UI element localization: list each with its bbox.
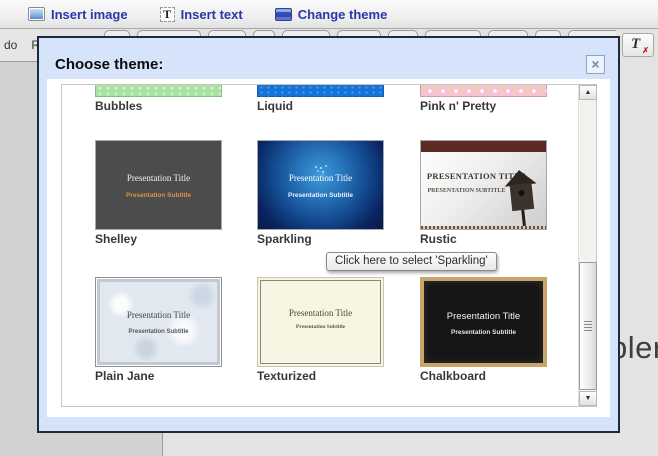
theme-thumbnail-plain-jane[interactable]: Presentation Title Presentation Subtitle xyxy=(95,277,222,367)
sparkle-dots-icon xyxy=(320,167,322,169)
slide-title-text: Presentation Title xyxy=(424,311,543,322)
theme-thumbnail-bubbles[interactable] xyxy=(95,85,222,97)
slide-subtitle-text: Presentation Subtitle xyxy=(258,192,383,199)
scrollbar-grip-icon xyxy=(584,321,592,331)
theme-item-rustic[interactable]: PRESENTATION TITLE PRESENTATION SUBTITLE… xyxy=(420,140,549,246)
slide-subtitle-text: Presentation Subtitle xyxy=(424,329,543,336)
tooltip: Click here to select 'Sparkling' xyxy=(326,252,497,271)
red-x-icon: ✗ xyxy=(642,46,649,55)
close-button[interactable]: × xyxy=(586,55,605,74)
undo-button-partial[interactable]: do xyxy=(0,38,21,52)
chevron-down-icon: ▼ xyxy=(585,395,592,402)
insert-text-icon: T xyxy=(160,7,175,22)
slide-subtitle-text: Presentation Subtitle xyxy=(96,192,221,199)
theme-thumbnail-pink-n-pretty[interactable] xyxy=(420,85,547,97)
insert-text-button[interactable]: T Insert text xyxy=(160,7,243,22)
birdhouse-icon xyxy=(501,168,543,227)
scroll-down-button[interactable]: ▼ xyxy=(579,391,597,406)
scrollbar-thumb[interactable] xyxy=(579,262,597,390)
slide-title-text: Presentation Title xyxy=(258,173,383,183)
theme-label: Rustic xyxy=(420,232,549,246)
theme-thumbnail-chalkboard[interactable]: Presentation Title Presentation Subtitle xyxy=(420,277,547,367)
secondary-toolbar-partial: do Re xyxy=(0,29,41,62)
change-theme-button[interactable]: Change theme xyxy=(275,7,388,22)
theme-label: Sparkling xyxy=(257,232,386,246)
insert-image-icon xyxy=(28,7,45,21)
birdhouse-body xyxy=(510,183,535,211)
clear-formatting-button[interactable]: T ✗ xyxy=(622,33,654,57)
theme-item-liquid[interactable]: Liquid xyxy=(257,85,386,113)
slide-title-text: Presentation Title xyxy=(96,173,221,183)
theme-thumbnail-rustic[interactable]: PRESENTATION TITLE PRESENTATION SUBTITLE xyxy=(420,140,547,230)
theme-thumbnail-shelley[interactable]: Presentation Title Presentation Subtitle xyxy=(95,140,222,230)
clear-formatting-icon: T xyxy=(631,36,640,53)
rustic-bottom-trim xyxy=(421,226,546,229)
change-theme-icon xyxy=(275,8,292,21)
slide-subtitle-text: Presentation Subtitle xyxy=(96,329,221,335)
insert-text-label: Insert text xyxy=(181,7,243,22)
theme-label: Chalkboard xyxy=(420,369,549,383)
theme-item-bubbles[interactable]: Bubbles xyxy=(95,85,224,113)
theme-thumbnail-texturized[interactable]: Presentation Title Presentation Subtitle xyxy=(257,277,384,367)
scroll-up-button[interactable]: ▲ xyxy=(579,85,597,100)
birdhouse-pole xyxy=(521,210,526,226)
choose-theme-dialog: Choose theme: × Bubbles Liquid Pink n' P… xyxy=(37,36,620,433)
theme-label: Texturized xyxy=(257,369,386,383)
dialog-content-panel: Bubbles Liquid Pink n' Pretty Presentati… xyxy=(47,79,610,417)
theme-item-shelley[interactable]: Presentation Title Presentation Subtitle… xyxy=(95,140,224,246)
theme-label: Plain Jane xyxy=(95,369,224,383)
insert-image-label: Insert image xyxy=(51,7,128,22)
slide-title-text: Presentation Title xyxy=(258,308,383,318)
theme-item-texturized[interactable]: Presentation Title Presentation Subtitle… xyxy=(257,277,386,383)
theme-thumbnail-liquid[interactable] xyxy=(257,85,384,97)
theme-item-plain-jane[interactable]: Presentation Title Presentation Subtitle… xyxy=(95,277,224,383)
theme-item-chalkboard[interactable]: Presentation Title Presentation Subtitle… xyxy=(420,277,549,383)
theme-label: Pink n' Pretty xyxy=(420,99,549,113)
top-toolbar: Insert image T Insert text Change theme xyxy=(0,0,658,29)
dialog-title: Choose theme: xyxy=(55,56,163,73)
slide-subtitle-text: Presentation Subtitle xyxy=(258,324,383,330)
theme-label: Shelley xyxy=(95,232,224,246)
change-theme-label: Change theme xyxy=(298,7,388,22)
rustic-top-bar xyxy=(421,141,546,152)
vertical-scrollbar[interactable]: ▲ ▼ xyxy=(578,85,596,406)
theme-item-pink-n-pretty[interactable]: Pink n' Pretty xyxy=(420,85,549,113)
chevron-up-icon: ▲ xyxy=(585,89,592,96)
theme-item-sparkling[interactable]: Presentation Title Presentation Subtitle… xyxy=(257,140,386,246)
theme-label: Bubbles xyxy=(95,99,224,113)
insert-image-button[interactable]: Insert image xyxy=(28,7,128,22)
theme-thumbnail-sparkling[interactable]: Presentation Title Presentation Subtitle xyxy=(257,140,384,230)
theme-label: Liquid xyxy=(257,99,386,113)
slide-title-text: Presentation Title xyxy=(96,310,221,320)
theme-scroll-area: Bubbles Liquid Pink n' Pretty Presentati… xyxy=(61,84,597,407)
